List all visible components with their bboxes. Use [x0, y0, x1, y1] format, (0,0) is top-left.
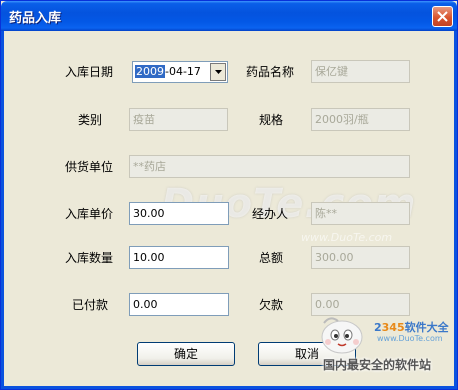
drug-stock-in-dialog: 药品入库 DuoTe.com www.DuoTe.com 入库日期 2009-0… — [0, 0, 458, 390]
mascot-logo-icon — [321, 317, 363, 354]
supplier-field: **药店 — [129, 155, 410, 178]
spec-field: 2000羽/瓶 — [311, 108, 410, 131]
total-label: 总额 — [259, 251, 284, 265]
unit-price-input[interactable]: 30.00 — [129, 202, 229, 225]
brand-prefix: 2 — [374, 321, 382, 334]
ok-button[interactable]: 确定 — [137, 342, 235, 366]
category-field: 疫苗 — [129, 108, 228, 131]
quantity-input[interactable]: 10.00 — [129, 246, 229, 269]
supplier-label: 供货单位 — [65, 160, 114, 174]
category-label: 类别 — [78, 113, 103, 127]
drug-name-label: 药品名称 — [246, 65, 295, 79]
handler-label: 经办人 — [252, 207, 289, 221]
spec-label: 规格 — [259, 113, 284, 127]
brand-tagline: 国内最安全的软件站 — [323, 358, 432, 372]
quantity-label: 入库数量 — [65, 251, 114, 265]
total-field: 300.00 — [311, 246, 410, 269]
window-title: 药品入库 — [9, 11, 62, 26]
brand-number: 345 — [381, 321, 405, 334]
brand-url: www.DuoTe.com — [377, 334, 443, 343]
date-year-selected: 2009 — [135, 65, 165, 78]
close-icon — [437, 11, 448, 22]
brand-suffix: 软件大全 — [404, 321, 449, 334]
paid-input[interactable]: 0.00 — [129, 293, 229, 316]
close-button[interactable] — [432, 6, 453, 27]
watermark-url: www.DuoTe.com — [301, 231, 393, 244]
paid-label: 已付款 — [72, 298, 109, 312]
drug-name-field: 保亿键 — [311, 60, 410, 83]
chevron-down-icon — [215, 70, 222, 74]
handler-field: 陈** — [311, 202, 410, 225]
owed-label: 欠款 — [259, 298, 284, 312]
date-label: 入库日期 — [65, 65, 114, 79]
unit-price-label: 入库单价 — [65, 207, 114, 221]
date-picker[interactable]: 2009-04-17 — [132, 61, 228, 83]
date-dropdown-button[interactable] — [210, 63, 226, 81]
date-rest: -04-17 — [165, 65, 201, 78]
title-bar[interactable]: 药品入库 — [1, 1, 457, 31]
brand-logo-text: 2345软件大全 — [374, 319, 449, 335]
